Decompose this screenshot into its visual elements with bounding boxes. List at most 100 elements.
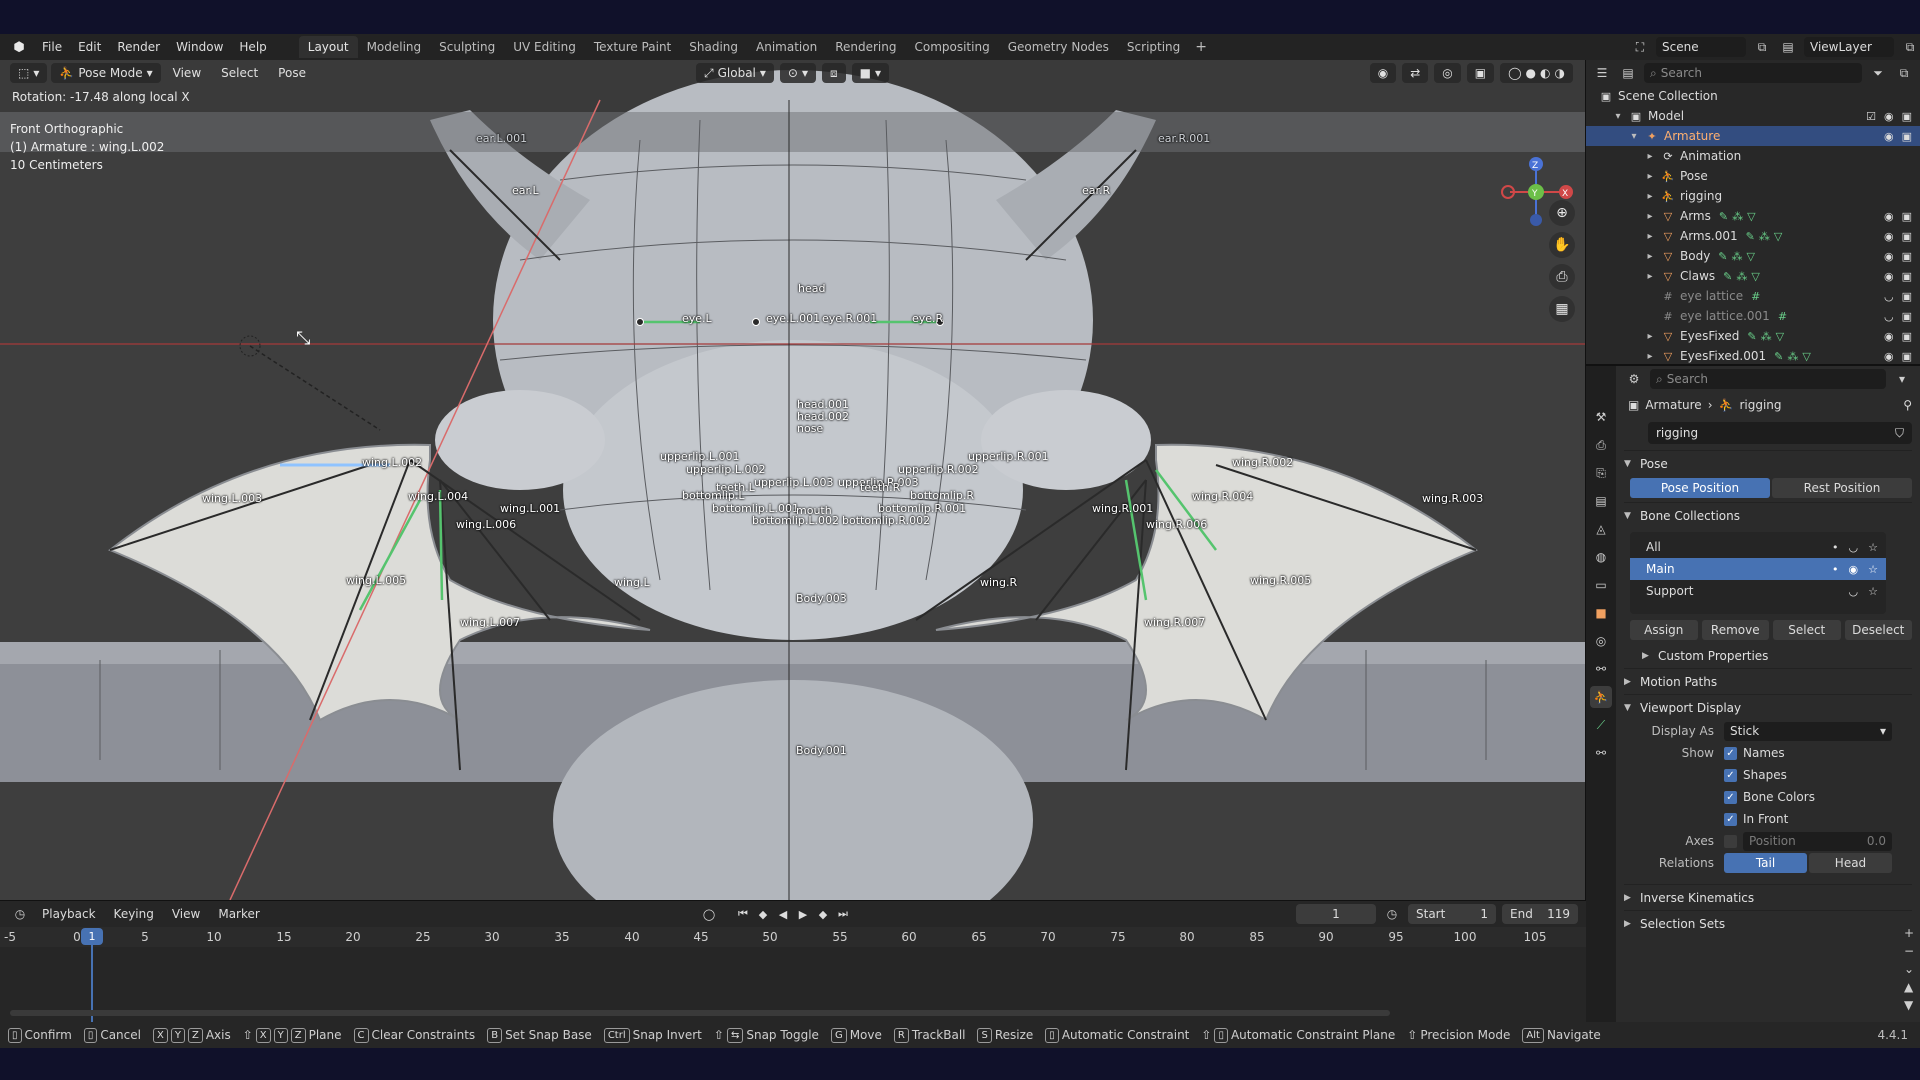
axes-checkbox[interactable] [1724, 834, 1737, 848]
axes-position-field[interactable]: Position 0.0 [1743, 831, 1892, 851]
eye-closed-icon[interactable]: ◡ [1884, 310, 1894, 323]
constraints-tab-icon[interactable]: ⚯ [1590, 658, 1612, 680]
eye-icon[interactable]: ◉ [1884, 270, 1894, 283]
zoom-icon[interactable]: ⊕ [1549, 200, 1575, 226]
view-layer-icon[interactable]: ▤ [1778, 37, 1798, 57]
scene-icon[interactable]: ⛶ [1630, 37, 1650, 57]
viewport-menu-view[interactable]: View [165, 66, 209, 80]
chevron-right-icon[interactable]: ▸ [1644, 331, 1656, 342]
chevron-right-icon[interactable]: ▸ [1644, 251, 1656, 262]
gizmo-toggle[interactable]: ⇄ [1402, 63, 1429, 83]
star-icon[interactable]: ☆ [1868, 563, 1878, 576]
bone-collection-row[interactable]: All • ◡ ☆ [1630, 536, 1886, 558]
tab-shading[interactable]: Shading [680, 36, 747, 58]
chevron-right-icon[interactable]: ▸ [1644, 191, 1656, 202]
eye-icon[interactable]: ◉ [1849, 563, 1859, 576]
outliner-row[interactable]: ▸ ▽ Arms ✎ ⁂ ▽ ◉ ▣ [1586, 206, 1920, 226]
camera-icon[interactable]: ▣ [1902, 270, 1912, 283]
play-icon[interactable]: ▶ [794, 904, 812, 924]
camera-icon[interactable]: ▣ [1902, 230, 1912, 243]
bone-tab-icon[interactable]: ⟋ [1590, 714, 1612, 736]
3d-viewport[interactable]: ⤡ Z X Y ⬚ ▾ ⛹ Pose Mode ▾ View Select Pose … [0, 60, 1586, 900]
add-workspace-button[interactable]: + [1189, 39, 1213, 55]
relations-tail-button[interactable]: Tail [1724, 853, 1807, 873]
eye-l-joint[interactable] [636, 318, 644, 326]
chevron-down-icon[interactable]: ▾ [1892, 369, 1912, 389]
outliner-row[interactable]: ▸ ▽ EyesFixed ✎ ⁂ ▽ ◉ ▣ [1586, 326, 1920, 346]
tab-texture-paint[interactable]: Texture Paint [585, 36, 680, 58]
inverse-kinematics-panel-header[interactable]: ▶ Inverse Kinematics [1624, 884, 1912, 910]
xray-toggle[interactable]: ▣ [1466, 63, 1495, 83]
chevron-right-icon[interactable]: ▸ [1644, 271, 1656, 282]
outliner-row[interactable]: ▸ ⟳ Animation [1586, 146, 1920, 166]
select-button[interactable]: Select [1773, 620, 1841, 640]
outliner-row[interactable]: ▾ ▣ Model ☑ ◉ ▣ [1586, 106, 1920, 126]
scene-tab-icon[interactable]: ◬ [1590, 518, 1612, 540]
pivot-dropdown[interactable]: ⊙ ▾ [779, 63, 817, 83]
eye-icon[interactable]: ◉ [1884, 110, 1894, 123]
mesh-data-icon[interactable]: ▽ [1751, 270, 1759, 283]
vertex-group-icon[interactable]: ⁂ [1732, 250, 1743, 263]
pose-position-button[interactable]: Pose Position [1630, 478, 1770, 498]
properties-editor-icon[interactable]: ⚙ [1624, 369, 1644, 389]
eye-closed-icon[interactable]: ◡ [1884, 290, 1894, 303]
chevron-down-icon[interactable]: ⌄ [1904, 962, 1914, 976]
bone-collections-list[interactable]: All • ◡ ☆ Main • ◉ ☆ Support ◡ ☆ [1630, 532, 1886, 614]
orientation-dropdown[interactable]: ⤢ Global ▾ [696, 63, 774, 83]
outliner-row[interactable]: ▸ ▽ EyesFixed.001 ✎ ⁂ ▽ ◉ ▣ [1586, 346, 1920, 366]
outliner-row[interactable]: ▸ ⛹ Pose [1586, 166, 1920, 186]
current-frame-indicator[interactable]: 1 [81, 928, 103, 945]
viewport-menu-pose[interactable]: Pose [270, 66, 314, 80]
camera-icon[interactable]: ▣ [1902, 350, 1912, 363]
eye-icon[interactable]: ◉ [1884, 130, 1894, 143]
eye-icon[interactable]: ◉ [1884, 230, 1894, 243]
wrench-icon[interactable]: ✎ [1719, 210, 1728, 223]
end-frame-field[interactable]: End 119 [1502, 904, 1578, 924]
armature-data-name-field[interactable]: rigging ⛉ [1648, 422, 1912, 444]
menu-edit[interactable]: Edit [70, 34, 109, 60]
checkbox-icon[interactable]: ☑ [1866, 110, 1876, 123]
names-checkbox[interactable]: ✓ [1724, 746, 1737, 760]
output-tab-icon[interactable]: ⎘ [1590, 462, 1612, 484]
menu-render[interactable]: Render [109, 34, 168, 60]
camera-icon[interactable]: ▣ [1902, 290, 1912, 303]
timeline-menu-marker[interactable]: Marker [212, 907, 265, 921]
vertex-group-icon[interactable]: ⁂ [1761, 330, 1772, 343]
scene-field[interactable]: Scene [1656, 37, 1746, 57]
timeline-menu-keying[interactable]: Keying [108, 907, 160, 921]
bone-collection-row[interactable]: Support ◡ ☆ [1630, 580, 1886, 602]
wrench-icon[interactable]: ✎ [1723, 270, 1732, 283]
timeline-editor-icon[interactable]: ◷ [10, 904, 30, 924]
star-icon[interactable]: ☆ [1868, 541, 1878, 554]
tool-tab-icon[interactable]: ⚒ [1590, 406, 1612, 428]
outliner-row[interactable]: ▸ ▽ Claws ✎ ⁂ ▽ ◉ ▣ [1586, 266, 1920, 286]
wrench-icon[interactable]: ✎ [1747, 330, 1756, 343]
eye-icon[interactable]: ◉ [1884, 250, 1894, 263]
jump-start-icon[interactable]: ⏮ [734, 904, 752, 924]
outliner-row[interactable]: # eye lattice # ◡ ▣ [1586, 286, 1920, 306]
new-view-layer-icon[interactable]: ⧉ [1900, 37, 1920, 57]
remove-icon[interactable]: − [1904, 944, 1914, 958]
frame-ruler[interactable]: -5 0 5 10 15 20 25 30 35 40 45 50 55 60 … [0, 927, 1586, 947]
tab-animation[interactable]: Animation [747, 36, 826, 58]
move-down-icon[interactable]: ▼ [1904, 998, 1914, 1012]
mode-dropdown[interactable]: ⛹ Pose Mode ▾ [51, 63, 161, 83]
play-reverse-icon[interactable]: ◀ [774, 904, 792, 924]
outliner-row[interactable]: # eye lattice.001 # ◡ ▣ [1586, 306, 1920, 326]
wrench-icon[interactable]: ✎ [1746, 230, 1755, 243]
chevron-down-icon[interactable]: ▾ [1628, 131, 1640, 142]
properties-editor[interactable]: ⚒ ⎙ ⎘ ▤ ◬ ◍ ▭ ■ ◎ ⚯ ⛹ ⟋ ⚯ ⚙ ⌕ Search ▾ ▣ … [1586, 366, 1920, 1022]
deselect-button[interactable]: Deselect [1844, 620, 1912, 640]
vertex-group-icon[interactable]: ⁂ [1759, 230, 1770, 243]
timeline-editor[interactable]: ◷ Playback Keying View Marker ◯ ⏮ ◆ ◀ ▶ … [0, 900, 1586, 1023]
mesh-data-icon[interactable]: ▽ [1776, 330, 1784, 343]
visibility-dropdown[interactable]: ◉ [1369, 63, 1397, 83]
chevron-right-icon[interactable]: ▸ [1644, 351, 1656, 362]
eye-closed-icon[interactable]: ◡ [1849, 541, 1859, 554]
menu-file[interactable]: File [34, 34, 70, 60]
menu-window[interactable]: Window [168, 34, 231, 60]
start-frame-field[interactable]: Start 1 [1408, 904, 1496, 924]
eye-icon[interactable]: ◉ [1884, 210, 1894, 223]
wrench-icon[interactable]: ✎ [1718, 250, 1727, 263]
tab-geometry-nodes[interactable]: Geometry Nodes [999, 36, 1118, 58]
